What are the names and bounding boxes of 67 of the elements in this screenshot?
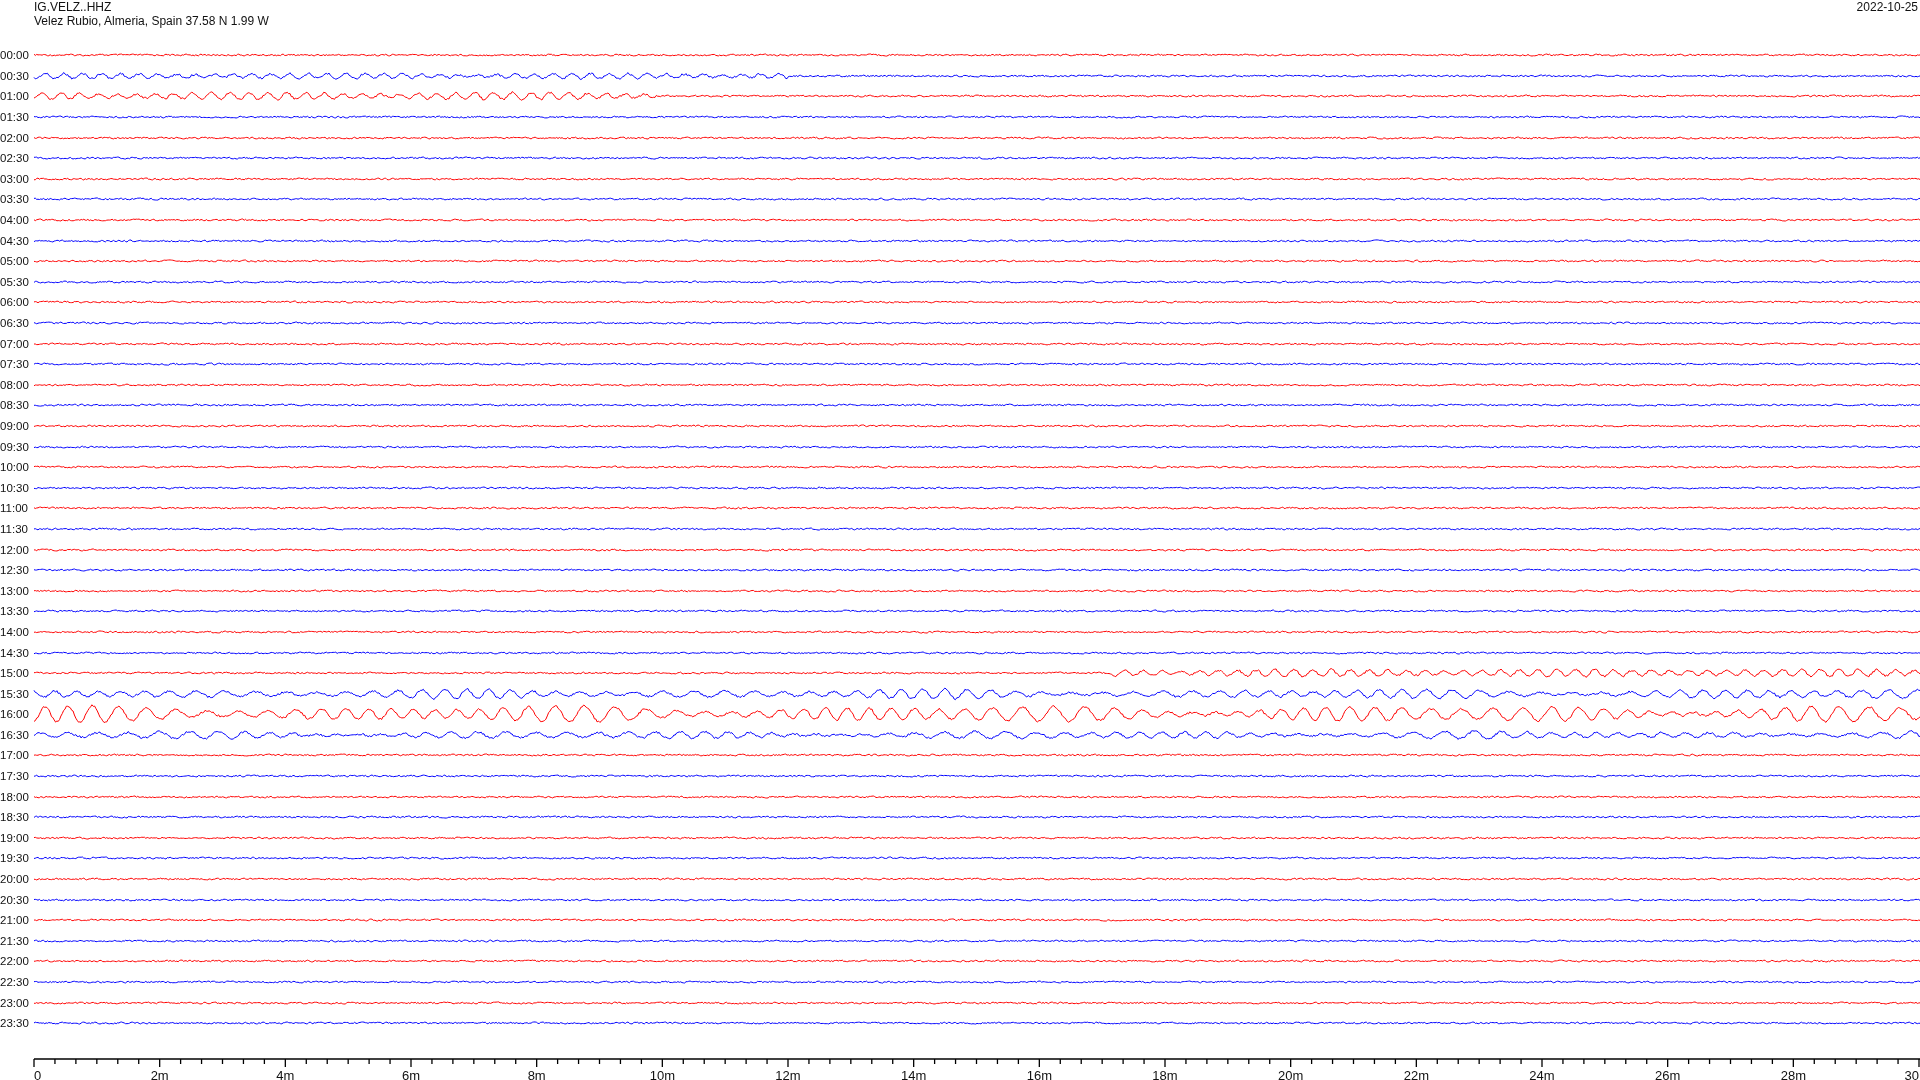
axis-label: 2m [150,1067,169,1080]
time-label: 02:00 [0,131,30,144]
record-date: 2022-10-25 [1856,0,1919,14]
time-label: 03:30 [0,193,30,206]
axis-label: 28m [1780,1067,1806,1080]
time-label: 21:00 [0,914,30,927]
time-label: 17:30 [0,770,30,783]
time-label: 10:00 [0,461,30,474]
time-label: 12:00 [0,543,30,556]
time-label: 20:00 [0,873,30,886]
time-label: 09:30 [0,440,30,453]
axis-label: 22m [1403,1067,1429,1080]
axis-label: 8m [527,1067,546,1080]
time-label: 18:30 [0,811,30,824]
time-label: 04:00 [0,214,30,227]
time-label: 22:30 [0,976,30,988]
time-label: 01:30 [0,111,30,124]
axis-label: 6m [401,1067,421,1080]
time-label: 19:30 [0,852,30,865]
time-label: 16:00 [0,708,30,721]
axis-label: 4m [276,1067,295,1080]
axis-label: 30 [1904,1067,1919,1080]
axis-label: 12m [775,1067,801,1080]
time-label: 00:30 [0,69,30,82]
station-location: Velez Rubio, Almeria, Spain 37.58 N 1.99 W [34,14,269,28]
time-label: 15:30 [0,687,30,700]
axis-label: 26m [1655,1067,1681,1080]
time-label: 15:00 [0,667,30,680]
axis-label: 24m [1529,1067,1555,1080]
time-label: 13:30 [0,605,30,618]
station-code: IG.VELZ..HHZ [34,0,113,14]
time-label: 23:00 [0,996,30,1009]
time-label: 11:30 [0,522,29,535]
time-label: 07:30 [0,358,30,371]
time-label: 06:00 [0,296,30,309]
time-label: 08:30 [0,399,30,412]
axis-label: 16m [1026,1067,1052,1080]
time-label: 05:00 [0,255,30,268]
time-label: 20:30 [0,893,30,906]
time-label: 21:30 [0,934,30,947]
time-label: 17:00 [0,749,30,762]
time-label: 22:00 [0,955,30,968]
time-label: 18:00 [0,790,30,803]
time-label: 02:30 [0,152,30,165]
axis-label: 0 [34,1067,42,1080]
time-label: 07:00 [0,337,30,350]
time-label: 09:00 [0,420,30,432]
time-label: 14:30 [0,646,30,659]
time-label: 11:00 [0,502,29,515]
time-label: 04:30 [0,234,30,247]
time-label: 05:30 [0,275,30,288]
time-label: 19:00 [0,831,30,844]
axis-label: 14m [901,1067,927,1080]
time-label: 01:00 [0,90,30,103]
time-label: 10:30 [0,481,30,494]
time-label: 03:00 [0,172,30,185]
time-label: 00:00 [0,49,30,62]
time-label: 12:30 [0,564,30,577]
time-label: 08:00 [0,378,30,391]
axis-label: 18m [1152,1067,1178,1080]
axis-label: 10m [649,1067,675,1080]
time-label: 23:30 [0,1017,30,1030]
time-label: 13:00 [0,584,30,597]
time-label: 14:00 [0,625,30,638]
time-label: 16:30 [0,728,30,741]
time-label: 06:30 [0,317,30,329]
axis-label: 20m [1278,1067,1304,1080]
